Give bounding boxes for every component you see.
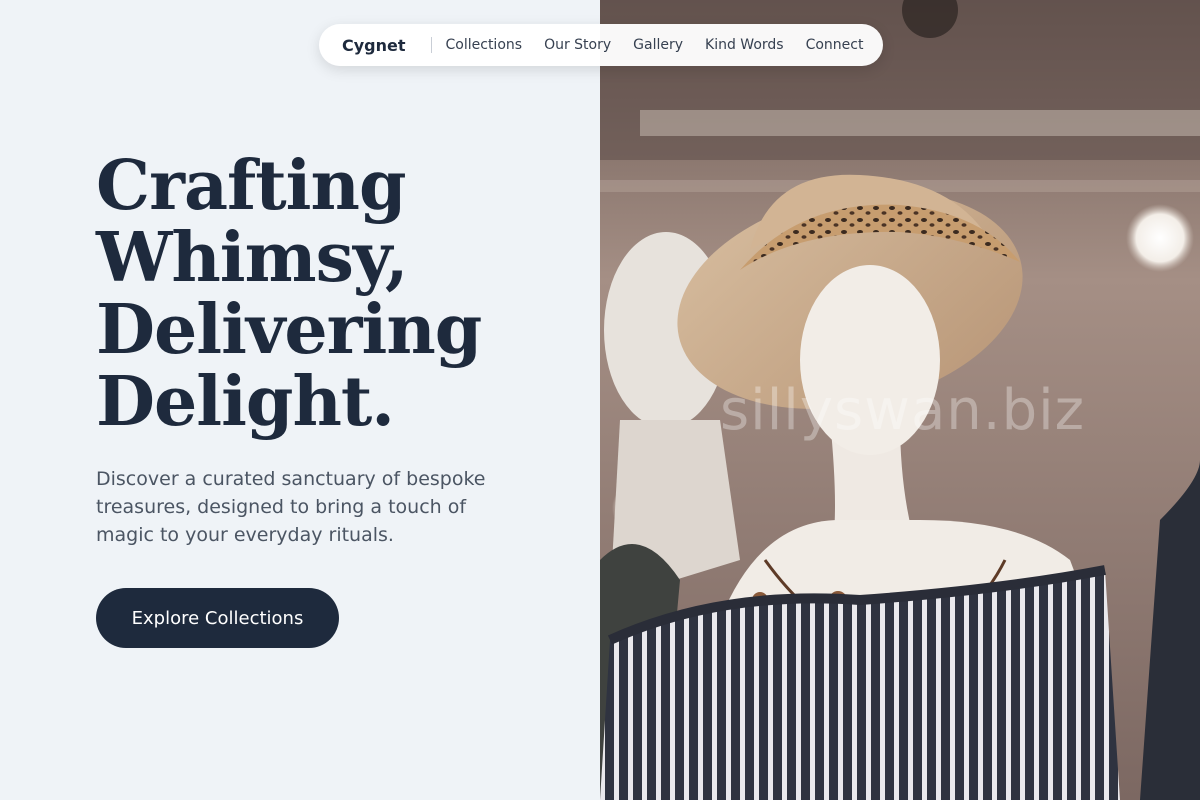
headline-line: Delight. (96, 362, 395, 442)
nav-link-gallery[interactable]: Gallery (633, 37, 683, 53)
nav-link-connect[interactable]: Connect (806, 37, 864, 53)
brand-logo[interactable]: Cygnet (342, 36, 406, 55)
nav-divider (430, 37, 432, 53)
hero-left-panel: Crafting Whimsy, Delivering Delight. Dis… (0, 0, 600, 800)
explore-collections-button[interactable]: Explore Collections (96, 588, 339, 648)
nav-link-kind-words[interactable]: Kind Words (705, 37, 784, 53)
hero-subtext: Discover a curated sanctuary of bespoke … (96, 468, 486, 546)
watermark-text: sillyswan.biz (720, 378, 1086, 443)
top-navigation: Cygnet Collections Our Story Gallery Kin… (319, 24, 883, 66)
hero-headline: Crafting Whimsy, Delivering Delight. (96, 150, 576, 438)
headline-line: Crafting (96, 146, 407, 226)
headline-line: Whimsy, (96, 218, 409, 298)
hero-photo: sillyswan.biz (600, 0, 1200, 800)
nav-link-collections[interactable]: Collections (446, 37, 523, 53)
nav-link-our-story[interactable]: Our Story (544, 37, 611, 53)
headline-line: Delivering (96, 290, 482, 370)
